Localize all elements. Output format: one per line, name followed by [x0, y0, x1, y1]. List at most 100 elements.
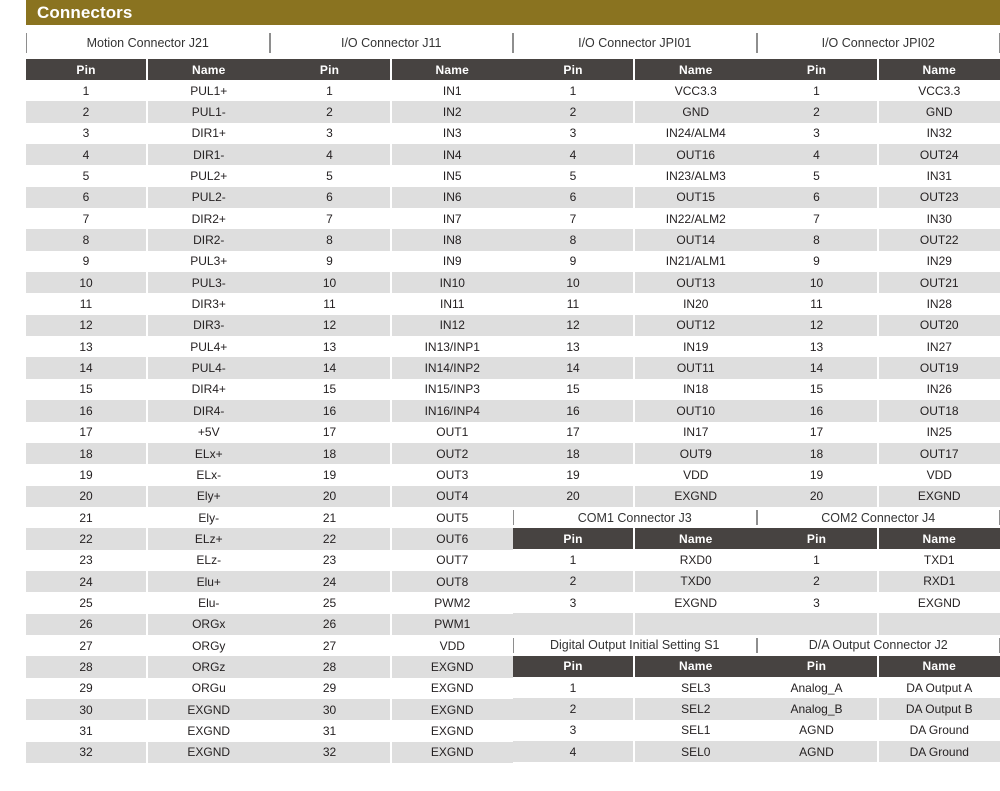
pin-cell: 11	[513, 293, 633, 315]
table-row: 29 EXGND	[269, 677, 513, 699]
pin-cell: 13	[269, 336, 390, 358]
table-row: 8 IN8	[269, 229, 513, 251]
table-row: 3 EXGND	[513, 591, 757, 614]
table-row: 6 IN6	[269, 186, 513, 209]
pin-cell: 29	[26, 677, 146, 699]
table-row: 2 SEL2	[513, 698, 757, 720]
table-row: 29 ORGu	[26, 677, 270, 699]
column-header-pin: Pin	[756, 528, 877, 550]
empty-row	[513, 762, 757, 784]
pin-cell: 1	[513, 80, 633, 102]
pin-cell: 4	[269, 144, 390, 166]
pin-cell: 30	[26, 698, 146, 721]
table-row: 13 IN13/INP1	[269, 336, 513, 358]
table-row: 14 IN14/INP2	[269, 357, 513, 379]
name-cell: IN29	[876, 250, 1000, 273]
table-row: 7 IN30	[756, 208, 1000, 230]
name-cell: VCC3.3	[876, 80, 1000, 102]
pin-cell: 2	[513, 570, 633, 592]
table-row: 2 PUL1-	[26, 101, 270, 123]
name-cell: PUL1+	[146, 80, 270, 102]
spacer-cell	[876, 613, 1000, 635]
table-row: 10 IN10	[269, 272, 513, 294]
pin-cell: 10	[756, 272, 877, 294]
table-row: 24 OUT8	[269, 570, 513, 593]
table-row: 9 PUL3+	[26, 250, 270, 273]
name-cell: ORGu	[146, 677, 270, 699]
pin-cell: 5	[269, 165, 390, 187]
empty-row	[269, 763, 513, 785]
name-cell: OUT21	[876, 272, 1000, 294]
table-row: 5 IN5	[269, 165, 513, 187]
name-cell: VCC3.3	[633, 80, 757, 102]
connector-caption: I/O Connector J11	[269, 27, 513, 59]
pin-cell: 9	[269, 250, 390, 273]
table-row: 8 OUT22	[756, 229, 1000, 251]
table-row: 30 EXGND	[26, 698, 270, 721]
name-cell: IN25	[876, 421, 1000, 443]
pin-cell: 20	[756, 485, 877, 507]
name-cell: OUT22	[876, 229, 1000, 251]
column-header-name: Name	[633, 59, 757, 80]
pin-cell: 3	[756, 122, 877, 145]
table-row: 18 OUT2	[269, 442, 513, 465]
name-cell: ORGy	[146, 634, 270, 657]
name-cell: IN22/ALM2	[633, 208, 757, 230]
name-cell: OUT14	[633, 229, 757, 251]
pin-cell: 29	[269, 677, 390, 699]
pin-cell: 16	[756, 400, 877, 422]
table-header-row: Pin Name	[756, 528, 1000, 550]
name-cell: Elu+	[146, 570, 270, 593]
pin-cell: 27	[269, 634, 390, 657]
table-row: 13 IN19	[513, 336, 757, 358]
pin-cell: 15	[756, 378, 877, 401]
table-row: 26 ORGx	[26, 613, 270, 635]
name-cell: EXGND	[633, 591, 757, 614]
table-row: 4 IN4	[269, 144, 513, 166]
table-row: 10 PUL3-	[26, 272, 270, 294]
name-cell: IN6	[389, 186, 513, 209]
table-row: 32 EXGND	[269, 741, 513, 763]
connector-caption: I/O Connector JPI02	[756, 27, 1000, 59]
table-row: 15 IN18	[513, 378, 757, 401]
table-row: 27 ORGy	[26, 634, 270, 657]
name-cell: OUT1	[389, 421, 513, 443]
table-row: 23 ELz-	[26, 549, 270, 571]
pin-cell: 10	[513, 272, 633, 294]
table-row: 17 +5V	[26, 421, 270, 443]
table-row: 19 OUT3	[269, 464, 513, 486]
table-row: 10 OUT13	[513, 272, 757, 294]
table-row: 12 OUT12	[513, 314, 757, 337]
table-row: 20 OUT4	[269, 485, 513, 507]
name-cell: EXGND	[633, 485, 757, 507]
name-cell: IN31	[876, 165, 1000, 187]
pin-cell: 7	[513, 208, 633, 230]
table-row: 7 IN7	[269, 208, 513, 230]
table-row: 8 DIR2-	[26, 229, 270, 251]
pin-cell: 11	[269, 293, 390, 315]
pin-cell: 1	[513, 676, 633, 699]
name-cell: IN20	[633, 293, 757, 315]
pin-cell: 7	[269, 208, 390, 230]
name-cell: DIR2-	[146, 229, 270, 251]
pin-cell: 12	[269, 314, 390, 337]
name-cell: EXGND	[389, 656, 513, 678]
table-row: 12 OUT20	[756, 314, 1000, 337]
table-row: 15 DIR4+	[26, 378, 270, 401]
name-cell: PUL4+	[146, 336, 270, 358]
name-cell: PWM1	[389, 613, 513, 635]
table-header-row: Pin Name	[513, 655, 757, 677]
pin-cell: 8	[269, 229, 390, 251]
table-row: 7 DIR2+	[26, 208, 270, 230]
pin-cell: 8	[756, 229, 877, 251]
name-cell: GND	[633, 101, 757, 123]
name-cell: OUT15	[633, 186, 757, 209]
column-header-name: Name	[633, 655, 757, 677]
name-cell: VDD	[876, 464, 1000, 486]
table-row: 1 IN1	[269, 80, 513, 102]
name-cell: IN19	[633, 336, 757, 358]
connector-column-4: I/O Connector JPI02 Pin Name 1 VCC3.3 2 GND 3 IN…	[756, 27, 1000, 784]
pin-cell: 31	[26, 720, 146, 742]
name-cell: ELz-	[146, 549, 270, 571]
pin-cell: 18	[269, 442, 390, 465]
